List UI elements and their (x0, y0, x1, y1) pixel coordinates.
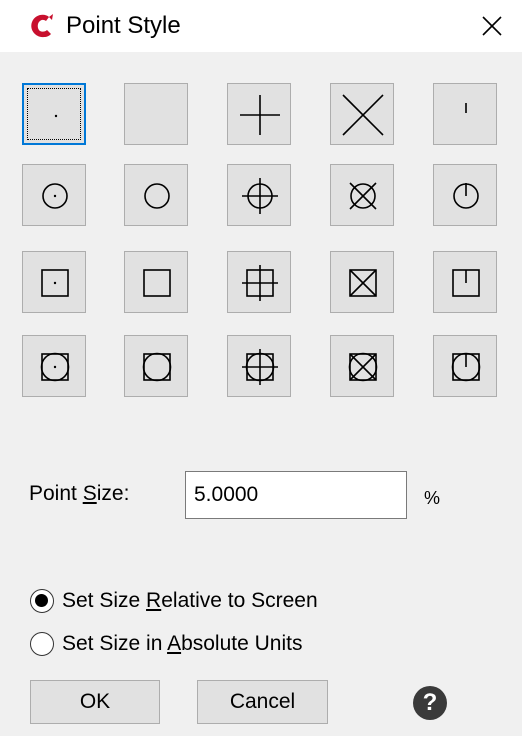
point-style-square-tick-icon (452, 269, 480, 297)
point-style-circle-square-dot-button[interactable] (22, 335, 86, 397)
point-style-cross-icon (342, 94, 384, 136)
relative-to-screen-radio[interactable] (30, 589, 54, 613)
point-style-circle-button[interactable] (124, 164, 188, 226)
relative-to-screen-label[interactable]: Set Size Relative to Screen (62, 588, 318, 614)
point-style-dot-button[interactable] (22, 83, 86, 145)
point-style-square-cross-button[interactable] (330, 251, 394, 313)
autocad-logo-icon (31, 14, 53, 38)
help-icon[interactable]: ? (413, 686, 447, 720)
point-style-circle-square-plus-button[interactable] (227, 335, 291, 397)
point-style-cross-button[interactable] (330, 83, 394, 145)
point-style-circle-plus-button[interactable] (227, 164, 291, 226)
ok-button[interactable]: OK (30, 680, 160, 724)
point-style-square-button[interactable] (124, 251, 188, 313)
point-style-circle-dot-icon (42, 183, 68, 209)
point-style-square-tick-button[interactable] (433, 251, 497, 313)
point-style-plus-icon (240, 95, 280, 135)
point-style-tick-button[interactable] (433, 83, 497, 145)
point-style-circle-square-tick-button[interactable] (433, 335, 497, 397)
point-style-circle-cross-button[interactable] (330, 164, 394, 226)
point-style-none-button[interactable] (124, 83, 188, 145)
point-style-square-dot-icon (41, 269, 69, 297)
point-style-circle-plus-icon (242, 178, 278, 214)
point-style-square-cross-icon (349, 269, 377, 297)
absolute-units-radio[interactable] (30, 632, 54, 656)
close-icon[interactable] (474, 10, 508, 42)
point-size-input[interactable] (185, 471, 407, 519)
absolute-units-label[interactable]: Set Size in Absolute Units (62, 631, 302, 657)
point-style-circle-square-plus-icon (242, 349, 278, 385)
point-style-square-dot-button[interactable] (22, 251, 86, 313)
window-title: Point Style (66, 12, 181, 39)
point-style-square-plus-button[interactable] (227, 251, 291, 313)
point-style-circle-square-tick-icon (451, 352, 481, 382)
title-bar: Point Style (0, 0, 522, 52)
point-style-square-plus-icon (242, 265, 278, 301)
point-size-unit: % (424, 488, 441, 508)
point-style-circle-cross-icon (349, 182, 377, 210)
point-style-none-icon (125, 84, 189, 146)
point-style-circle-square-button[interactable] (124, 335, 188, 397)
point-style-tick-icon (465, 103, 467, 113)
point-style-circle-icon (144, 183, 170, 209)
cancel-button[interactable]: Cancel (197, 680, 328, 724)
point-style-circle-square-cross-button[interactable] (330, 335, 394, 397)
point-style-circle-square-dot-icon (40, 352, 70, 382)
radio-selected-dot (35, 594, 48, 607)
point-style-circle-dot-button[interactable] (22, 164, 86, 226)
point-size-label: Point Size: (29, 482, 130, 505)
point-style-circle-tick-button[interactable] (433, 164, 497, 226)
point-style-dot-icon (54, 114, 58, 118)
point-style-plus-button[interactable] (227, 83, 291, 145)
point-style-circle-square-icon (142, 352, 172, 382)
point-style-square-icon (143, 269, 171, 297)
point-style-circle-square-cross-icon (348, 352, 378, 382)
point-style-circle-tick-icon (453, 183, 479, 209)
